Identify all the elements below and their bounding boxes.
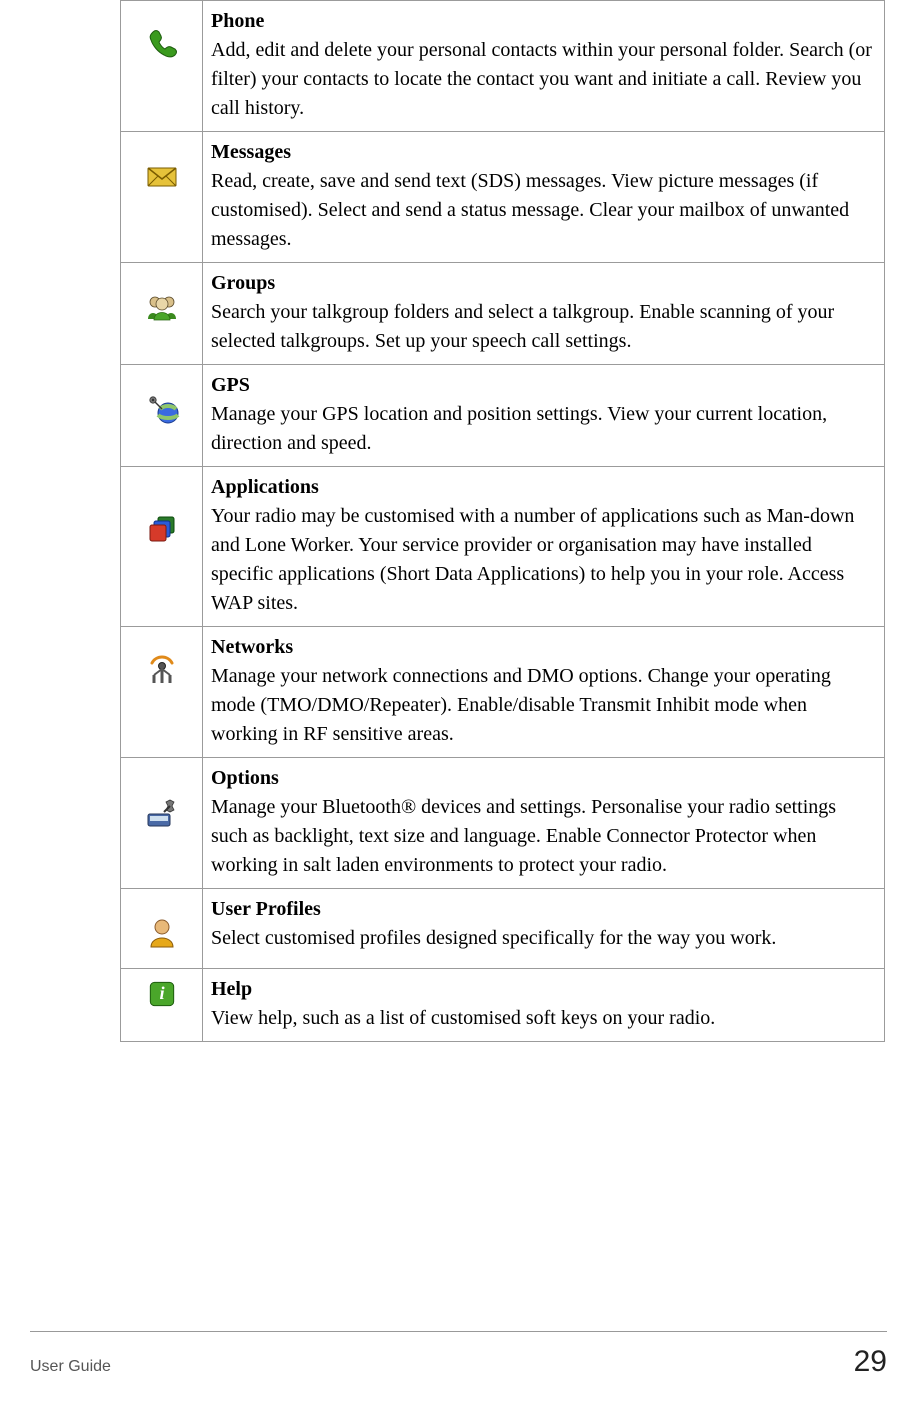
text-cell: Networks Manage your network connections… (203, 627, 885, 758)
row-title: Help (211, 975, 876, 1004)
text-cell: Groups Search your talkgroup folders and… (203, 263, 885, 365)
row-title: Phone (211, 7, 876, 36)
icon-cell (121, 263, 203, 365)
icon-cell (121, 889, 203, 969)
text-cell: Applications Your radio may be customise… (203, 467, 885, 627)
row-desc: Search your talkgroup folders and select… (211, 298, 876, 356)
icon-cell: i (121, 969, 203, 1042)
row-title: GPS (211, 371, 876, 400)
text-cell: User Profiles Select customised profiles… (203, 889, 885, 969)
row-title: Networks (211, 633, 876, 662)
help-icon: i (147, 979, 177, 1009)
row-desc: Manage your GPS location and position se… (211, 400, 876, 458)
table-row: Messages Read, create, save and send tex… (121, 132, 885, 263)
icon-cell (121, 758, 203, 889)
row-desc: Select customised profiles designed spec… (211, 924, 876, 953)
row-title: Messages (211, 138, 876, 167)
row-desc: View help, such as a list of customised … (211, 1004, 876, 1033)
table-row: Applications Your radio may be customise… (121, 467, 885, 627)
phone-icon (144, 27, 180, 63)
applications-icon (144, 511, 180, 547)
row-desc: Add, edit and delete your personal conta… (211, 36, 876, 123)
user-profiles-icon (144, 915, 180, 951)
row-desc: Manage your network connections and DMO … (211, 662, 876, 749)
row-desc: Manage your Bluetooth® devices and setti… (211, 793, 876, 880)
page-footer: User Guide 29 (30, 1331, 887, 1384)
icon-cell (121, 132, 203, 263)
features-table: Phone Add, edit and delete your personal… (120, 0, 885, 1042)
table-row: GPS Manage your GPS location and positio… (121, 365, 885, 467)
page: Phone Add, edit and delete your personal… (0, 0, 917, 1405)
networks-icon (144, 653, 180, 689)
row-title: Applications (211, 473, 876, 502)
table-row: Phone Add, edit and delete your personal… (121, 1, 885, 132)
text-cell: Options Manage your Bluetooth® devices a… (203, 758, 885, 889)
row-desc: Your radio may be customised with a numb… (211, 502, 876, 618)
footer-page-number: 29 (854, 1340, 887, 1384)
table-row: Networks Manage your network connections… (121, 627, 885, 758)
table-row: i Help View help, such as a list of cust… (121, 969, 885, 1042)
table-row: Groups Search your talkgroup folders and… (121, 263, 885, 365)
row-title: Options (211, 764, 876, 793)
groups-icon (144, 289, 180, 325)
row-title: User Profiles (211, 895, 876, 924)
icon-cell (121, 467, 203, 627)
icon-cell (121, 627, 203, 758)
row-title: Groups (211, 269, 876, 298)
table-row: User Profiles Select customised profiles… (121, 889, 885, 969)
content-area: Phone Add, edit and delete your personal… (120, 0, 885, 1042)
icon-cell (121, 1, 203, 132)
row-desc: Read, create, save and send text (SDS) m… (211, 167, 876, 254)
gps-icon (144, 391, 180, 427)
text-cell: Messages Read, create, save and send tex… (203, 132, 885, 263)
text-cell: Help View help, such as a list of custom… (203, 969, 885, 1042)
icon-cell (121, 365, 203, 467)
options-icon (144, 796, 180, 832)
messages-icon (144, 158, 180, 194)
table-row: Options Manage your Bluetooth® devices a… (121, 758, 885, 889)
footer-doc-title: User Guide (30, 1355, 111, 1378)
text-cell: GPS Manage your GPS location and positio… (203, 365, 885, 467)
text-cell: Phone Add, edit and delete your personal… (203, 1, 885, 132)
